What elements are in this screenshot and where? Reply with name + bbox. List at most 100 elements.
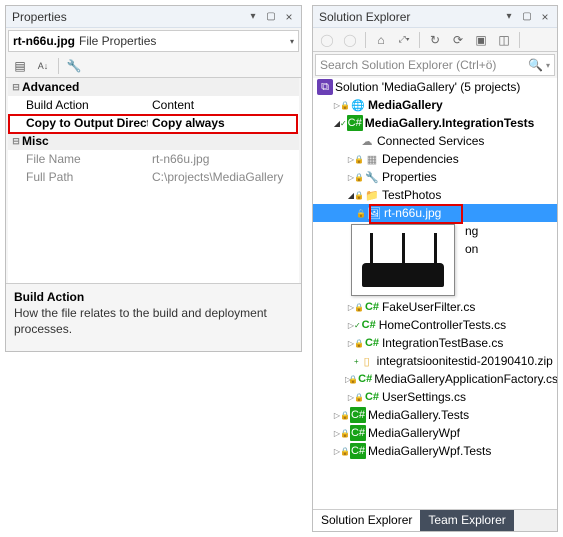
node-label: Solution 'MediaGallery' (5 projects)	[335, 80, 520, 94]
sync-icon[interactable]: ↻	[425, 30, 445, 50]
node-label: integratsioonitestid-20190410.zip	[377, 354, 553, 368]
scope-icon[interactable]: ⤢▾	[394, 30, 414, 50]
lock-icon: 🔒	[340, 411, 350, 420]
solution-titlebar[interactable]: Solution Explorer ▾ ▢ ×	[313, 6, 557, 28]
category-label: Advanced	[22, 80, 79, 94]
project-integrationtests[interactable]: ◢ ✓ C# MediaGallery.IntegrationTests	[313, 114, 557, 132]
image-preview-tooltip	[351, 224, 455, 296]
csharp-icon: C#	[361, 317, 377, 333]
collapse-icon[interactable]: ⊟	[10, 136, 22, 147]
csharp-icon: C#	[364, 389, 380, 405]
selected-file-rt-n66u[interactable]: 🔒 🖼 rt-n66u.jpg	[313, 204, 557, 222]
separator	[365, 32, 366, 48]
properties-titlebar[interactable]: Properties ▾ ▢ ×	[6, 6, 301, 28]
window-menu-icon[interactable]: ▾	[245, 9, 261, 25]
description-title: Build Action	[14, 290, 293, 304]
node-label: TestPhotos	[382, 188, 441, 202]
node-label: FakeUserFilter.cs	[382, 300, 475, 314]
row-copy-output[interactable]: Copy to Output Directory Copy always	[8, 114, 299, 132]
solution-tree[interactable]: ⧉ Solution 'MediaGallery' (5 projects) ▷…	[313, 78, 557, 509]
prop-label: Copy to Output Directory	[8, 114, 148, 132]
project-mediagallery-tests[interactable]: ▷ 🔒 C# MediaGallery.Tests	[313, 406, 557, 424]
object-selector[interactable]: rt-n66u.jpg File Properties ▾	[8, 30, 299, 52]
pin-icon[interactable]: ▢	[519, 9, 535, 25]
properties-title: Properties	[12, 10, 243, 24]
prop-value[interactable]: Content	[148, 96, 299, 114]
properties-toolbar: ▤ A↓ 🔧	[6, 54, 301, 78]
zip-icon: ▯	[359, 353, 375, 369]
project-mediagallerywpf[interactable]: ▷ 🔒 C# MediaGalleryWpf	[313, 424, 557, 442]
refresh-icon[interactable]: ⟳	[448, 30, 468, 50]
chevron-down-icon[interactable]: ▾	[546, 61, 550, 70]
prop-value: rt-n66u.jpg	[148, 150, 299, 168]
testphotos-folder[interactable]: ◢ 🔒 📁 TestPhotos	[313, 186, 557, 204]
csproj-icon: C#	[350, 425, 366, 441]
node-label: Connected Services	[377, 134, 484, 148]
back-icon[interactable]: ◯	[317, 30, 337, 50]
alphabetical-icon[interactable]: A↓	[33, 56, 53, 76]
description-pane: Build Action How the file relates to the…	[6, 283, 301, 351]
folder-icon: 📁	[364, 187, 380, 203]
lock-icon: 🔒	[354, 303, 364, 312]
row-file-name: File Name rt-n66u.jpg	[8, 150, 299, 168]
project-mediagallery[interactable]: ▷ 🔒 🌐 MediaGallery	[313, 96, 557, 114]
prop-label: Full Path	[8, 168, 148, 186]
pin-icon[interactable]: ▢	[263, 9, 279, 25]
wrench-icon[interactable]: 🔧	[64, 56, 84, 76]
node-label: MediaGallery.Tests	[368, 408, 469, 422]
home-icon[interactable]: ⌂	[371, 30, 391, 50]
category-advanced[interactable]: ⊟ Advanced	[8, 78, 299, 96]
tab-team-explorer[interactable]: Team Explorer	[420, 510, 513, 531]
lock-icon: 🔒	[340, 101, 350, 110]
description-body: How the file relates to the build and de…	[14, 306, 293, 337]
file-fakeuserfilter[interactable]: ▷ 🔒 C# FakeUserFilter.cs	[313, 298, 557, 316]
collapse-all-icon[interactable]: ▣	[471, 30, 491, 50]
node-label: Dependencies	[382, 152, 459, 166]
lock-icon: 🔒	[354, 173, 364, 182]
prop-value[interactable]: Copy always	[148, 114, 299, 132]
file-homecontrollertests[interactable]: ▷ ✓ C# HomeControllerTests.cs	[313, 316, 557, 334]
node-label: MediaGallery	[368, 98, 443, 112]
prop-label: File Name	[8, 150, 148, 168]
close-icon[interactable]: ×	[537, 9, 553, 25]
prop-label: Build Action	[8, 96, 148, 114]
lock-icon: 🔒	[354, 339, 364, 348]
node-label: ng	[465, 224, 478, 238]
show-all-icon[interactable]: ◫	[494, 30, 514, 50]
separator	[419, 32, 420, 48]
node-label: on	[465, 242, 478, 256]
lock-icon: 🔒	[340, 447, 350, 456]
lock-icon: 🔒	[340, 429, 350, 438]
categorized-icon[interactable]: ▤	[10, 56, 30, 76]
properties-folder[interactable]: ▷ 🔒 🔧 Properties	[313, 168, 557, 186]
search-icon[interactable]: 🔍	[528, 58, 543, 72]
collapse-icon[interactable]: ⊟	[10, 82, 22, 93]
file-usersettings[interactable]: ▷ 🔒 C# UserSettings.cs	[313, 388, 557, 406]
node-label: MediaGalleryWpf	[368, 426, 460, 440]
dependencies[interactable]: ▷ 🔒 ▦ Dependencies	[313, 150, 557, 168]
csproj-icon: C#	[350, 443, 366, 459]
connected-services[interactable]: ☁ Connected Services	[313, 132, 557, 150]
router-image	[356, 229, 450, 291]
forward-icon[interactable]: ◯	[340, 30, 360, 50]
chevron-down-icon: ▾	[290, 37, 294, 46]
solution-root[interactable]: ⧉ Solution 'MediaGallery' (5 projects)	[313, 78, 557, 96]
window-menu-icon[interactable]: ▾	[501, 9, 517, 25]
csproj-icon: C#	[347, 115, 363, 131]
search-input[interactable]: Search Solution Explorer (Ctrl+ö) 🔍 ▾	[315, 54, 555, 76]
row-build-action[interactable]: Build Action Content	[8, 96, 299, 114]
file-appfactory[interactable]: ▷ 🔒 C# MediaGalleryApplicationFactory.cs	[313, 370, 557, 388]
dependencies-icon: ▦	[364, 151, 380, 167]
wrench-icon: 🔧	[364, 169, 380, 185]
project-mediagallerywpf-tests[interactable]: ▷ 🔒 C# MediaGalleryWpf.Tests	[313, 442, 557, 460]
separator	[519, 32, 520, 48]
file-integrationtestbase[interactable]: ▷ 🔒 C# IntegrationTestBase.cs	[313, 334, 557, 352]
node-label: IntegrationTestBase.cs	[382, 336, 503, 350]
close-icon[interactable]: ×	[281, 9, 297, 25]
lock-icon: 🔒	[354, 191, 364, 200]
bottom-tabs: Solution Explorer Team Explorer	[313, 509, 557, 531]
category-misc[interactable]: ⊟ Misc	[8, 132, 299, 150]
file-zip[interactable]: + ▯ integratsioonitestid-20190410.zip	[313, 352, 557, 370]
separator	[58, 58, 59, 74]
tab-solution-explorer[interactable]: Solution Explorer	[313, 510, 420, 531]
